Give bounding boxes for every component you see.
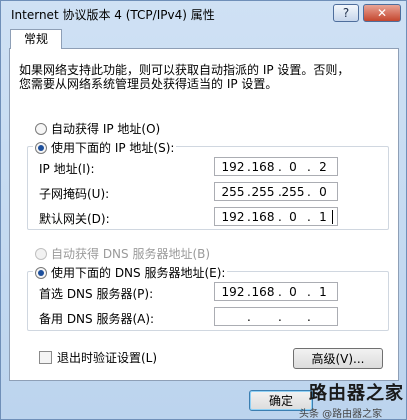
preferred-dns-octet-1[interactable]: 192 [221,284,245,300]
subnet-mask-octet-1[interactable]: 255 [221,184,245,200]
ipv4-properties-dialog: Internet 协议版本 4 (TCP/IPv4) 属性 ? ✕ 常规 如果网… [0,0,407,420]
subnet-mask-octet-3[interactable]: 255 [281,184,305,200]
alternate-dns-label: 备用 DNS 服务器(A): [39,312,155,326]
radio-manual-ip[interactable]: 使用下面的 IP 地址(S): [33,139,177,156]
preferred-dns-octet-3[interactable]: 0 [281,284,305,300]
close-button[interactable]: ✕ [363,4,401,22]
watermark: 路由器之家 头条 @路由器之家 [299,379,405,420]
radio-auto-dns[interactable]: 自动获得 DNS 服务器地址(B) [35,245,210,262]
radio-manual-ip-label: 使用下面的 IP 地址(S): [51,141,175,155]
title-bar[interactable]: Internet 协议版本 4 (TCP/IPv4) 属性 ? ✕ [1,1,406,27]
tab-general[interactable]: 常规 [10,29,62,49]
description-line-1: 如果网络支持此功能，则可以获取自动指派的 IP 设置。否则， [19,63,350,77]
subnet-mask-label: 子网掩码(U): [39,187,110,201]
radio-auto-dns-label: 自动获得 DNS 服务器地址(B) [51,247,211,261]
default-gateway-octet-3[interactable]: 0 [281,209,305,225]
subnet-mask-octet-4[interactable]: 0 [311,184,335,200]
description-text: 如果网络支持此功能，则可以获取自动指派的 IP 设置。否则， 您需要从网络系统管… [19,63,389,91]
alternate-dns-field[interactable]: . . . [214,307,338,326]
default-gateway-label: 默认网关(D): [39,212,110,226]
subnet-mask-field[interactable]: 255 . 255 . 255 . 0 [214,182,338,201]
preferred-dns-octet-2[interactable]: 168 [251,284,275,300]
radio-manual-dns[interactable]: 使用下面的 DNS 服务器地址(E): [33,264,228,281]
validate-on-exit-label: 退出时验证设置(L) [57,351,158,365]
preferred-dns-octet-4[interactable]: 1 [311,284,335,300]
validate-on-exit[interactable]: 退出时验证设置(L) [39,349,157,366]
watermark-main-text: 路由器之家 [309,383,404,404]
description-line-2: 您需要从网络系统管理员处获得适当的 IP 设置。 [19,77,278,91]
alternate-dns-dot-3: . [307,310,311,324]
radio-auto-ip-label: 自动获得 IP 地址(O) [51,122,161,136]
radio-auto-ip-indicator[interactable] [35,122,47,135]
ip-address-label: IP 地址(I): [39,162,95,176]
advanced-button[interactable]: 高级(V)... [293,348,383,369]
ip-address-octet-2[interactable]: 168 [251,159,275,175]
ip-address-octet-4[interactable]: 2 [311,159,335,175]
ip-address-field[interactable]: 192 . 168 . 0 . 2 [214,157,338,176]
help-button[interactable]: ? [333,4,359,22]
validate-on-exit-checkbox[interactable] [39,351,52,364]
alternate-dns-dot-1: . [247,310,251,324]
ip-address-octet-3[interactable]: 0 [281,159,305,175]
window-title: Internet 协议版本 4 (TCP/IPv4) 属性 [11,8,215,22]
radio-auto-ip[interactable]: 自动获得 IP 地址(O) [35,120,160,137]
default-gateway-field[interactable]: 192 . 168 . 0 . 1 [214,207,338,226]
radio-auto-dns-indicator[interactable] [35,247,47,260]
radio-manual-dns-label: 使用下面的 DNS 服务器地址(E): [51,266,226,280]
ok-button[interactable]: 确定 [249,390,313,411]
default-gateway-octet-1[interactable]: 192 [221,209,245,225]
radio-manual-ip-indicator[interactable] [35,141,47,154]
preferred-dns-field[interactable]: 192 . 168 . 0 . 1 [214,282,338,301]
subnet-mask-octet-2[interactable]: 255 [251,184,275,200]
ip-address-octet-1[interactable]: 192 [221,159,245,175]
preferred-dns-label: 首选 DNS 服务器(P): [39,287,154,301]
text-caret [332,210,333,224]
default-gateway-octet-2[interactable]: 168 [251,209,275,225]
alternate-dns-dot-2: . [278,310,282,324]
radio-manual-dns-indicator[interactable] [35,266,47,279]
